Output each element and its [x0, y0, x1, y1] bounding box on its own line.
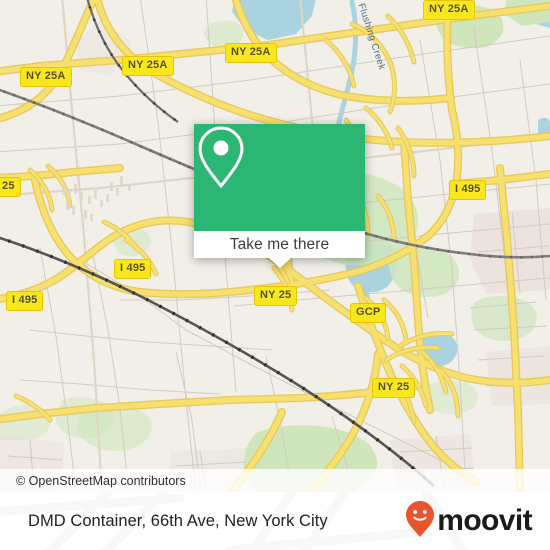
page-title: DMD Container, 66th Ave, New York City [28, 511, 328, 530]
road-shield: NY 25A [20, 67, 72, 87]
road-shield: NY 25A [225, 43, 277, 63]
footer-bar: DMD Container, 66th Ave, New York City m… [0, 492, 550, 550]
map-attribution: © OpenStreetMap contributors [0, 469, 550, 492]
take-me-there-label: Take me there [229, 235, 330, 253]
road-shield: NY 25 [254, 286, 298, 306]
road-shield: I 495 [114, 259, 152, 279]
moovit-brand[interactable]: moovit [405, 500, 533, 543]
moovit-smiley-pin-icon [405, 500, 435, 543]
take-me-there-button[interactable]: Take me there [194, 231, 365, 258]
road-shield: I 495 [449, 180, 487, 200]
info-card-header [194, 124, 365, 231]
location-info-card[interactable]: Take me there [194, 124, 365, 268]
attribution-text: © OpenStreetMap contributors [16, 473, 186, 488]
moovit-wordmark: moovit [437, 504, 532, 537]
info-card-pointer [268, 258, 291, 268]
road-shield: GCP [350, 303, 387, 323]
map-canvas[interactable]: NY 25A NY 25A NY 25A NY 25A 25 I 495 I 4… [0, 0, 550, 492]
road-shield: 25 [0, 177, 21, 197]
map-screenshot: NY 25A NY 25A NY 25A NY 25A 25 I 495 I 4… [0, 0, 550, 550]
road-shield: NY 25A [122, 56, 174, 76]
road-shield: NY 25 [372, 378, 416, 398]
road-shield: NY 25A [423, 0, 475, 20]
road-shield: I 495 [6, 291, 44, 311]
